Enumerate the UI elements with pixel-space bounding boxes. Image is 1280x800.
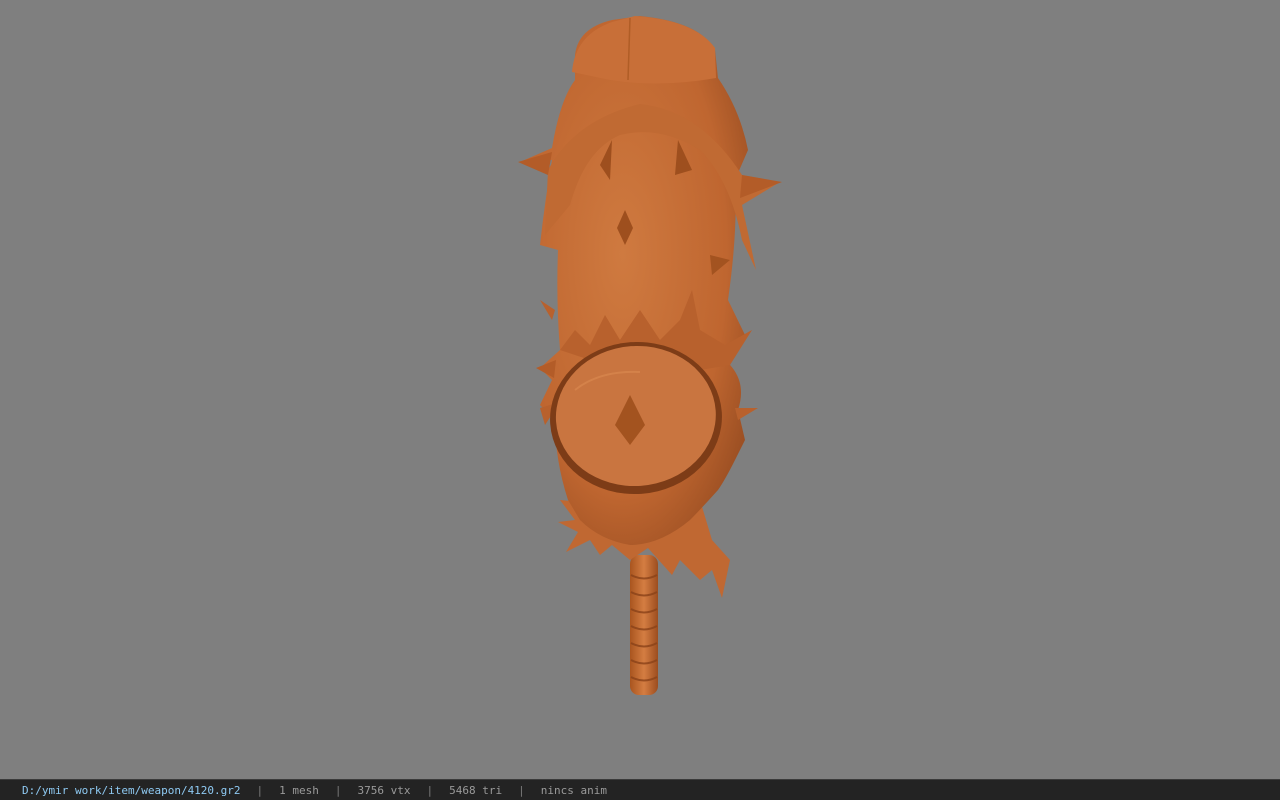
vertex-count: 3756 vtx — [357, 783, 411, 797]
handle — [630, 555, 658, 695]
mesh-count: 1 mesh — [279, 783, 319, 797]
separator: | — [426, 783, 434, 797]
top-cap — [572, 16, 716, 84]
spiked-club-model — [518, 16, 782, 695]
separator: | — [256, 783, 264, 797]
3d-viewport[interactable] — [0, 0, 1280, 779]
file-path: D:/ymir work/item/weapon/4120.gr2 — [22, 783, 241, 797]
animation-status: nincs anim — [540, 783, 607, 797]
separator: | — [334, 783, 342, 797]
status-bar: D:/ymir work/item/weapon/4120.gr2 | 1 mesh… — [0, 779, 1280, 800]
separator: | — [518, 783, 525, 797]
triangle-count: 5468 tri — [449, 783, 503, 797]
